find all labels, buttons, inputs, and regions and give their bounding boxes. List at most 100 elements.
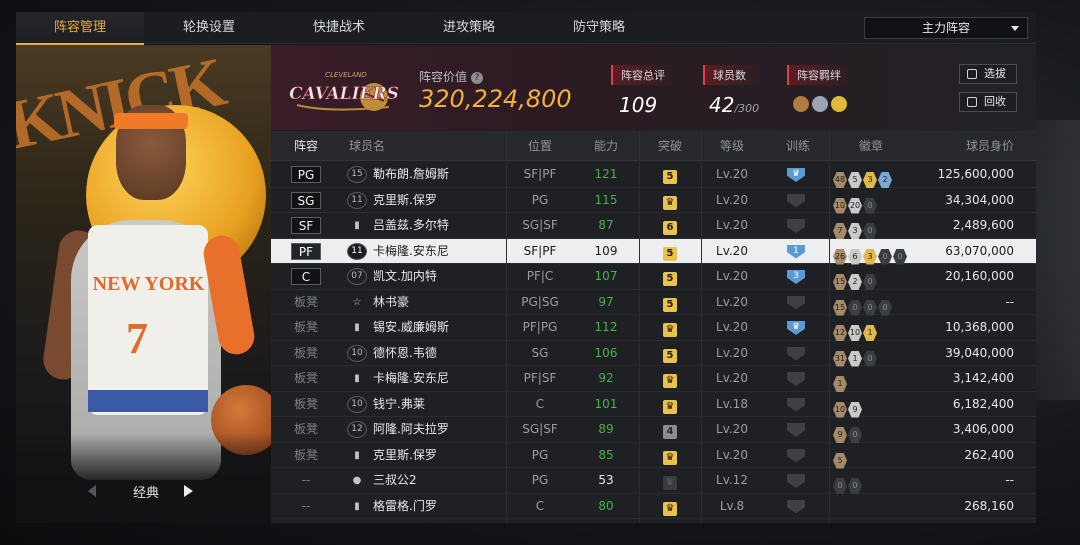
column-divider — [506, 131, 507, 523]
badge-count[interactable]: 9 — [833, 427, 847, 443]
table-row[interactable]: 板凳 ☆ 林书豪 PG|SG 97 5 Lv.20 15 0 0 0 -- — [271, 290, 1036, 316]
recall-button[interactable]: 回收 — [959, 92, 1017, 112]
select-button[interactable]: 选拔 — [959, 64, 1017, 84]
table-row[interactable]: SF ▮ 吕盖兹.多尔特 SG|SF 87 6 Lv.20 7 3 0 2,489,600 — [271, 213, 1036, 239]
bond-silver-icon[interactable] — [812, 96, 828, 112]
player-price: -- — [1005, 473, 1014, 487]
badge-count[interactable]: 5 — [833, 452, 847, 469]
player-name: 凯文.加内特 — [373, 269, 437, 283]
badge-count[interactable]: 9 — [848, 401, 862, 418]
table-row[interactable]: 板凳 ▮ 锡安.威廉姆斯 PF|PG 112 ♛ Lv.20 ♛ 12 10 1 10,368,000 — [271, 315, 1036, 341]
badge-count[interactable]: 0 — [863, 223, 877, 239]
slot-text: 板凳 — [293, 396, 318, 411]
training-shield-icon[interactable]: ♛ — [786, 321, 806, 335]
player-name: 格雷格.门罗 — [373, 498, 437, 513]
badge-count[interactable]: 0 — [863, 350, 877, 367]
breakthrough-badge: 5 — [656, 270, 684, 286]
table-row[interactable]: PG 15 勒布朗.詹姆斯 SF|PF 121 5 Lv.20 ♛ 48 5 3 2 125,600,0… — [271, 162, 1036, 188]
jersey-number: 7 — [126, 314, 148, 363]
badge-count[interactable]: 3 — [863, 172, 877, 188]
training-shield-icon[interactable] — [786, 448, 806, 463]
table-row[interactable]: 板凳 ▮ 卡梅隆.安东尼 PF|SF 92 ♛ Lv.20 1 3,142,400 — [271, 366, 1036, 392]
prev-arrow-icon[interactable] — [88, 485, 96, 497]
badge-count[interactable]: 2 — [848, 274, 862, 290]
badge-count[interactable]: 1 — [848, 350, 862, 367]
badge-list: 10 9 — [833, 396, 863, 418]
badge-count[interactable]: 26 — [833, 248, 847, 265]
badge-count[interactable]: 0 — [893, 248, 907, 265]
training-shield-icon[interactable]: 3 — [786, 270, 806, 284]
badge-count[interactable]: 15 — [833, 274, 847, 290]
training-level — [787, 193, 805, 208]
tab-defense-strategy[interactable]: 防守策略 — [534, 12, 664, 44]
badge-count[interactable]: 0 — [878, 299, 892, 316]
top-tab-bar: 阵容管理 轮换设置 快捷战术 进攻策略 防守策略 主力阵容 — [16, 12, 1036, 45]
training-shield-icon[interactable] — [786, 346, 806, 361]
tab-offense-strategy[interactable]: 进攻策略 — [404, 12, 534, 44]
next-arrow-icon[interactable] — [184, 485, 193, 497]
table-row[interactable]: -- ● 三叔公2 PG 53 ♛ Lv.12 0 0 -- — [271, 468, 1036, 494]
badge-count[interactable]: 0 — [848, 478, 862, 494]
table-row[interactable]: SG 11 克里斯.保罗 PG 115 ♛ Lv.20 10 20 0 34,304,000 — [271, 188, 1036, 214]
badge-count[interactable]: 10 — [833, 197, 847, 214]
table-row[interactable]: C 07 凯文.加内特 PF|C 107 5 Lv.20 3 15 2 0 20,160,000 — [271, 264, 1036, 290]
training-shield-icon[interactable] — [786, 295, 806, 310]
table-row[interactable]: 板凳 10 德怀恩.韦德 SG 106 5 Lv.20 31 1 0 39,040,000 — [271, 341, 1036, 367]
tab-lineup-management[interactable]: 阵容管理 — [16, 12, 144, 45]
star-icon: ☆ — [352, 296, 362, 308]
badge-count[interactable]: 10 — [848, 325, 862, 341]
training-shield-icon[interactable] — [786, 219, 806, 233]
badge-count[interactable]: 1 — [863, 325, 877, 341]
tab-rotation-settings[interactable]: 轮换设置 — [144, 12, 274, 44]
badge-count[interactable]: 31 — [833, 350, 847, 367]
badge-count[interactable]: 10 — [833, 401, 847, 418]
training-shield-icon[interactable] — [786, 474, 806, 488]
training-shield-icon[interactable]: ♛ — [786, 168, 806, 182]
badge-count[interactable]: 5 — [848, 172, 862, 188]
badge-count[interactable]: 7 — [833, 223, 847, 239]
lineup-dropdown[interactable]: 主力阵容 — [864, 17, 1028, 39]
player-position: C — [535, 498, 545, 513]
badge-count[interactable]: 1 — [833, 376, 847, 392]
bond-bronze-icon[interactable] — [793, 96, 809, 112]
roster-count-label: 球员数 — [703, 65, 760, 85]
help-icon[interactable]: ? — [471, 71, 484, 84]
badge-count[interactable]: 0 — [848, 427, 862, 443]
breakthrough-badge: 5 — [656, 347, 684, 363]
badge-count[interactable]: 20 — [848, 197, 862, 214]
crown-icon: ♛ — [663, 450, 677, 465]
slot-badge: PF — [291, 242, 321, 260]
training-shield-icon[interactable] — [786, 372, 806, 386]
breakthrough-level: 6 — [663, 221, 677, 235]
training-shield-icon[interactable] — [786, 397, 806, 412]
badge-count[interactable]: 2 — [878, 172, 892, 188]
table-row[interactable]: 板凳 ▮ 克里斯.保罗 PG 85 ♛ Lv.20 5 262,400 — [271, 443, 1036, 469]
training-shield-icon[interactable] — [786, 423, 806, 437]
badge-count[interactable]: 48 — [833, 172, 847, 188]
badge-count[interactable]: 3 — [848, 223, 862, 239]
table-row[interactable]: PF 11 卡梅隆.安东尼 SF|PF 109 5 Lv.20 1 26 6 3 0 0 63,070,0… — [271, 238, 1036, 265]
slot-text: 板凳 — [293, 422, 318, 436]
badge-count[interactable]: 0 — [863, 299, 877, 316]
table-row[interactable]: 板凳 10 钱宁.弗莱 C 101 ♛ Lv.18 10 9 6,182,400 — [271, 392, 1036, 418]
badge-count[interactable]: 0 — [863, 274, 877, 290]
bond-gold-icon[interactable] — [831, 96, 847, 112]
badge-count[interactable]: 12 — [833, 325, 847, 341]
badge-count[interactable]: 15 — [833, 299, 847, 316]
tab-quick-tactics[interactable]: 快捷战术 — [274, 12, 404, 44]
player-ability: 115 — [594, 192, 618, 207]
training-level — [787, 448, 805, 463]
crown-icon: ♛ — [663, 374, 677, 388]
training-shield-icon[interactable] — [786, 499, 806, 514]
badge-count[interactable]: 0 — [878, 248, 892, 265]
badge-count[interactable]: 3 — [863, 248, 877, 265]
badge-count[interactable]: 0 — [863, 197, 877, 214]
training-shield-icon[interactable] — [786, 193, 806, 208]
badge-count[interactable]: 0 — [848, 299, 862, 316]
table-row[interactable]: 板凳 12 阿隆.阿夫拉罗 SG|SF 89 4 Lv.20 9 0 3,406,000 — [271, 417, 1036, 443]
training-shield-icon[interactable]: 1 — [786, 244, 806, 259]
breakthrough-badge: ♛ — [656, 372, 684, 388]
badge-count[interactable]: 0 — [833, 478, 847, 494]
badge-count[interactable]: 6 — [848, 248, 862, 265]
table-row[interactable]: -- ▮ 格雷格.门罗 C 80 ♛ Lv.8 268,160 — [271, 494, 1036, 519]
